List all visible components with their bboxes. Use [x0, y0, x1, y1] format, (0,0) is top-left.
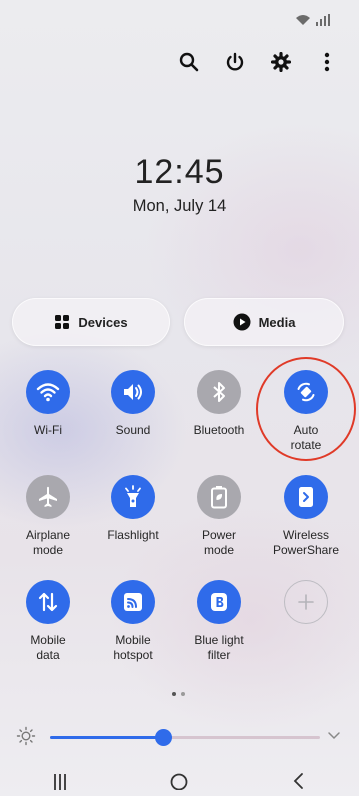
- tile-label: Wireless PowerShare: [272, 528, 340, 557]
- wireless-powershare-icon: [284, 475, 328, 519]
- search-icon[interactable]: [177, 50, 201, 74]
- hotspot-icon: [111, 580, 155, 624]
- home-icon[interactable]: [169, 770, 189, 790]
- tile-sound[interactable]: Sound: [90, 370, 176, 438]
- top-actions: [177, 50, 339, 74]
- tile-blue-light-filter[interactable]: Blue light filter: [176, 580, 262, 662]
- brightness-slider[interactable]: [50, 729, 320, 746]
- tile-label: Mobile data: [30, 633, 66, 662]
- clock-date: Mon, July 14: [132, 197, 227, 215]
- auto-rotate-icon: [284, 370, 328, 414]
- power-icon[interactable]: [223, 50, 247, 74]
- status-bar: [295, 14, 331, 26]
- more-options-icon[interactable]: [315, 50, 339, 74]
- signal-icon: [316, 14, 330, 26]
- tile-label: Blue light filter: [194, 633, 244, 662]
- media-label: Media: [258, 314, 296, 330]
- devices-label: Devices: [78, 314, 128, 330]
- slider-fill: [50, 736, 164, 739]
- tile-wireless-powershare[interactable]: Wireless PowerShare: [263, 475, 349, 557]
- devices-icon: [55, 315, 70, 329]
- tile-label: Bluetooth: [193, 423, 245, 437]
- volume-icon: [111, 370, 155, 414]
- tile-label: Flashlight: [107, 528, 159, 542]
- navigation-bar: [0, 766, 359, 796]
- page-dot: [181, 692, 185, 696]
- tile-airplane-mode[interactable]: Airplane mode: [5, 475, 91, 557]
- tile-flashlight[interactable]: Flashlight: [90, 475, 176, 543]
- mobile-data-icon: [26, 580, 70, 624]
- tile-mobile-hotspot[interactable]: Mobile hotspot: [90, 580, 176, 662]
- tile-wifi[interactable]: Wi-Fi: [5, 370, 91, 438]
- devices-button[interactable]: Devices: [12, 298, 170, 346]
- tile-label: Airplane mode: [25, 528, 71, 557]
- back-icon[interactable]: [289, 770, 309, 790]
- blue-light-filter-icon: [197, 580, 241, 624]
- bluetooth-icon: [197, 370, 241, 414]
- brightness-icon: [16, 726, 36, 746]
- tile-label: Sound: [115, 423, 151, 437]
- slider-thumb[interactable]: [155, 729, 173, 746]
- add-icon: [284, 580, 328, 624]
- settings-icon[interactable]: [269, 50, 293, 74]
- flashlight-icon: [111, 475, 155, 519]
- page-indicator: [172, 692, 185, 696]
- wifi-icon: [26, 370, 70, 414]
- clock-time: 12:45: [134, 153, 225, 191]
- media-button[interactable]: Media: [184, 298, 344, 346]
- tile-auto-rotate[interactable]: Auto rotate: [263, 370, 349, 452]
- wifi-icon: [296, 15, 310, 25]
- tile-mobile-data[interactable]: Mobile data: [5, 580, 91, 662]
- tile-label: Wi-Fi: [34, 423, 62, 437]
- tile-power-mode[interactable]: Power mode: [176, 475, 262, 557]
- tile-label: Mobile hotspot: [113, 633, 153, 662]
- tile-label: Power mode: [201, 528, 236, 557]
- page-dot-active: [172, 692, 176, 696]
- tile-add[interactable]: [263, 580, 349, 633]
- tile-label: Auto rotate: [290, 423, 322, 452]
- recents-icon[interactable]: [50, 770, 70, 790]
- brightness-control: [16, 722, 341, 752]
- airplane-icon: [26, 475, 70, 519]
- tile-bluetooth[interactable]: Bluetooth: [176, 370, 262, 438]
- play-icon: [233, 313, 251, 331]
- chevron-down-icon[interactable]: [327, 731, 341, 741]
- battery-saver-icon: [197, 475, 241, 519]
